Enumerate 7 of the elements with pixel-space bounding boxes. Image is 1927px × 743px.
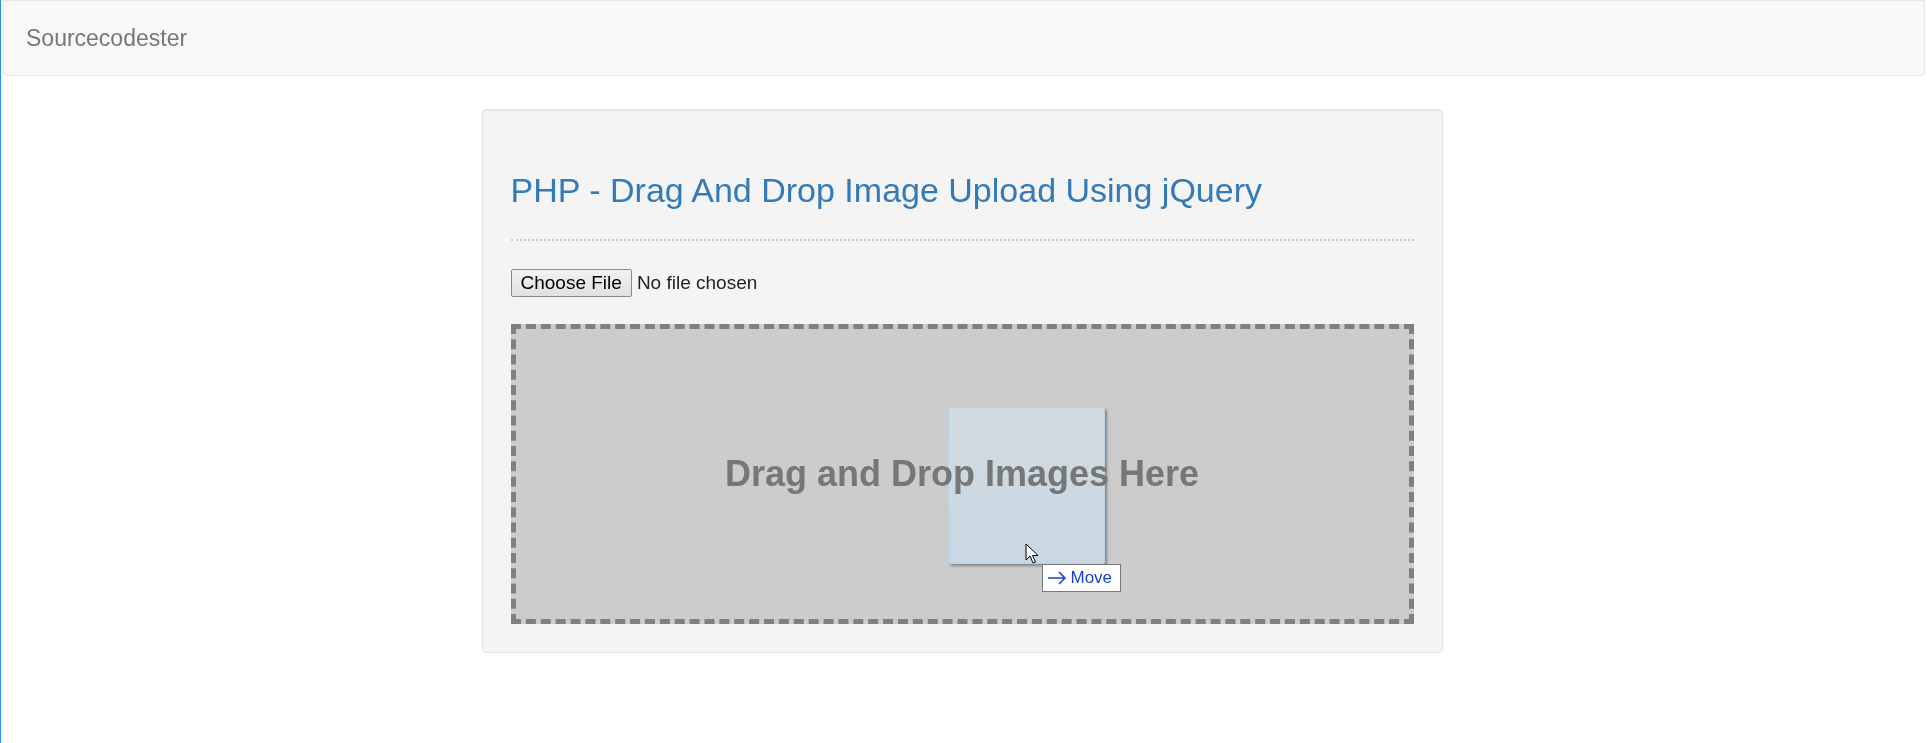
- cursor-icon: [1024, 543, 1039, 566]
- file-status: No file chosen: [636, 272, 758, 295]
- arrow-right-icon: [1046, 571, 1067, 586]
- page-title: PHP - Drag And Drop Image Upload Using jQuery: [510, 172, 1263, 210]
- move-label: Move: [1070, 568, 1113, 589]
- choose-file-button[interactable]: Choose File: [510, 269, 632, 298]
- brand-link[interactable]: Sourcecodester: [26, 24, 188, 52]
